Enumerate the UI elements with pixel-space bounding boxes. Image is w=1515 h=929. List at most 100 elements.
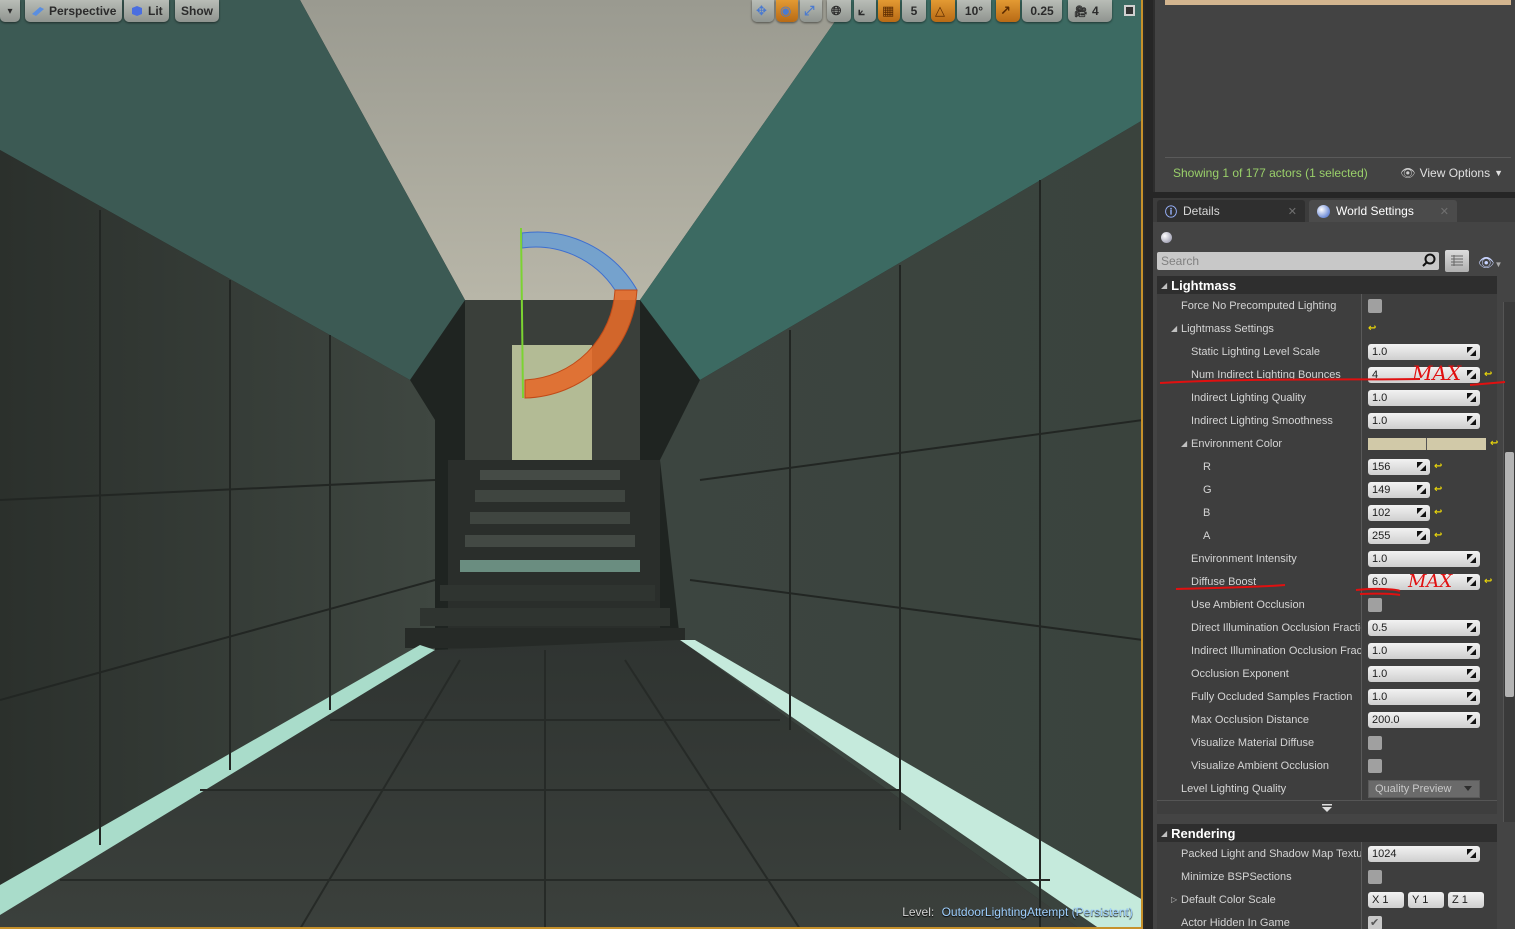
perspective-icon [32,7,44,16]
show-button[interactable]: Show [175,0,219,22]
camera-speed-button[interactable]: 🎥︎ 4 [1068,0,1112,22]
indirect-lighting-quality-input[interactable]: 1.0 [1368,389,1480,406]
value-text: 200.0 [1372,713,1400,726]
search-icon [1422,253,1436,267]
rotation-snap-value-button[interactable]: 10° [957,0,991,22]
environment-color-swatch[interactable] [1368,437,1486,450]
close-icon[interactable]: ✕ [1440,205,1449,218]
actor-hidden-checkbox[interactable]: ✔ [1368,915,1382,929]
packed-map-size-input[interactable]: 1024 [1368,845,1480,862]
drag-spin-icon [1467,622,1476,632]
color-scale-x-input[interactable]: X 1 [1368,891,1404,908]
value-text: 1.0 [1372,552,1388,565]
view-mode-button[interactable]: Lit [124,0,169,22]
diffuse-boost-input[interactable]: 6.0 [1368,573,1480,590]
tab-world-settings[interactable]: World Settings ✕ [1309,200,1457,222]
expand-triangle-icon[interactable]: ◢ [1181,439,1187,448]
details-scrollbar[interactable] [1503,302,1515,822]
reset-to-default-icon[interactable]: ↩ [1434,507,1442,518]
reset-to-default-icon[interactable]: ↩ [1490,438,1498,449]
level-lighting-quality-dropdown[interactable]: Quality Preview [1368,779,1480,798]
reset-to-default-icon[interactable]: ↩ [1434,484,1442,495]
advanced-expander[interactable] [1157,800,1497,814]
category-label: Lightmass [1171,277,1237,293]
value-text: X 1 [1372,893,1389,906]
drag-spin-icon [1467,369,1476,379]
perspective-button[interactable]: Perspective [25,0,123,22]
viewport-options-button[interactable]: ▾ [0,0,20,22]
indirect-lighting-smoothness-input[interactable]: 1.0 [1368,412,1480,429]
prop-label: R [1203,460,1211,473]
selected-actor-row[interactable] [1165,0,1511,5]
minimize-bsp-checkbox[interactable] [1368,869,1382,884]
drag-spin-icon [1467,848,1476,858]
property-matrix-button[interactable] [1445,250,1469,272]
scale-snap-value-button[interactable]: 0.25 [1022,0,1062,22]
tab-details[interactable]: ⓘ Details ✕ [1157,200,1305,222]
visibility-filter-button[interactable]: 👁︎▼ [1478,254,1502,272]
num-indirect-bounces-input[interactable]: 4 [1368,366,1480,383]
color-scale-z-input[interactable]: Z 1 [1448,891,1484,908]
grid-snap-value: 5 [910,4,918,18]
prop-default-color-scale: ▷ Default Color Scale X 1 Y 1 Z 1 [1157,888,1497,911]
env-color-g-input[interactable]: 149 [1368,481,1430,498]
visualize-ambient-occlusion-checkbox[interactable] [1368,758,1382,773]
rotate-mode-button[interactable]: ◉ [776,0,798,22]
environment-intensity-input[interactable]: 1.0 [1368,550,1480,567]
use-ambient-occlusion-checkbox[interactable] [1368,597,1382,612]
view-options-button[interactable]: 👁︎ View Options ▼ [1400,166,1503,180]
prop-env-color-r: R 156 ↩ [1157,455,1497,478]
value-text: 1.0 [1372,644,1388,657]
reset-to-default-icon[interactable]: ↩ [1484,369,1492,380]
prop-indirect-lighting-quality: Indirect Lighting Quality 1.0 [1157,386,1497,409]
grid-snap-toggle[interactable]: ▦ [878,0,900,22]
scrollbar-thumb[interactable] [1505,452,1514,697]
close-icon[interactable]: ✕ [1288,205,1297,218]
env-color-b-input[interactable]: 102 [1368,504,1430,521]
prop-minimize-bsp-sections: Minimize BSPSections [1157,865,1497,888]
max-occlusion-distance-input[interactable]: 200.0 [1368,711,1480,728]
direct-occlusion-fraction-input[interactable]: 0.5 [1368,619,1480,636]
globe-icon: 🌐︎ [831,3,842,18]
prop-environment-color: ◢ Environment Color ↩ [1157,432,1498,455]
dropdown-value: Quality Preview [1375,782,1452,795]
coordinate-system-button[interactable]: 🌐︎ [827,0,851,22]
indirect-occlusion-fraction-input[interactable]: 1.0 [1368,642,1480,659]
prop-label: Packed Light and Shadow Map Texture Size [1181,847,1361,860]
env-color-r-input[interactable]: 156 [1368,458,1430,475]
prop-environment-intensity: Environment Intensity 1.0 [1157,547,1497,570]
color-scale-y-input[interactable]: Y 1 [1408,891,1444,908]
prop-label: Indirect Illumination Occlusion Fraction [1191,644,1361,657]
static-lighting-level-scale-input[interactable]: 1.0 [1368,343,1480,360]
category-lightmass[interactable]: ◢ Lightmass [1157,276,1497,294]
translate-mode-button[interactable]: ✥ [752,0,774,22]
prop-label: Use Ambient Occlusion [1191,598,1305,611]
force-no-precomputed-checkbox[interactable] [1368,298,1382,313]
scale-mode-button[interactable]: ⤢ [800,0,822,22]
reset-to-default-icon[interactable]: ↩ [1434,530,1442,541]
reset-to-default-icon[interactable]: ↩ [1368,323,1376,334]
prop-label: Direct Illumination Occlusion Fraction [1191,621,1361,634]
grid-snap-value-button[interactable]: 5 [902,0,926,22]
prop-label: G [1203,483,1212,496]
reset-to-default-icon[interactable]: ↩ [1484,576,1492,587]
reset-to-default-icon[interactable]: ↩ [1434,461,1442,472]
maximize-viewport-button[interactable] [1124,5,1135,16]
env-color-a-input[interactable]: 255 [1368,527,1430,544]
prop-lightmass-settings[interactable]: ◢ Lightmass Settings ↩ [1157,317,1497,340]
category-rendering[interactable]: ◢ Rendering [1157,824,1497,842]
expand-triangle-icon: ◢ [1161,280,1168,290]
scale-snap-toggle[interactable]: ↗ [996,0,1020,22]
collapsed-triangle-icon[interactable]: ▷ [1171,895,1177,904]
fully-occluded-fraction-input[interactable]: 1.0 [1368,688,1480,705]
value-text: 1024 [1372,847,1397,860]
visualize-material-diffuse-checkbox[interactable] [1368,735,1382,750]
level-prefix: Level: [902,905,935,919]
level-viewport[interactable]: ▾ Perspective Lit Show ✥ ◉ ⤢ 🌐︎ ⟀ ▦ 5 △ … [0,0,1143,929]
occlusion-exponent-input[interactable]: 1.0 [1368,665,1480,682]
surface-snap-button[interactable]: ⟀ [854,0,876,22]
details-search-input[interactable]: Search [1157,252,1439,270]
prop-label: Visualize Material Diffuse [1191,736,1315,749]
rotation-snap-toggle[interactable]: △ [931,0,955,22]
prop-env-color-b: B 102 ↩ [1157,501,1497,524]
